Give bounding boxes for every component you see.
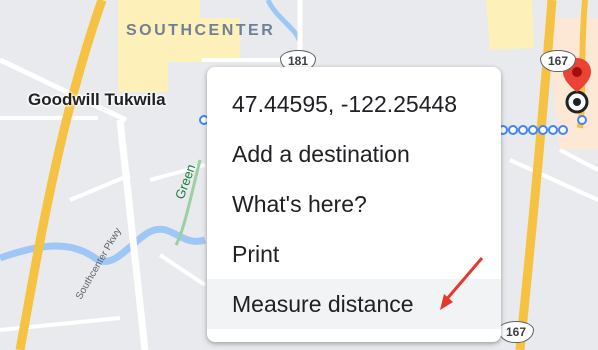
route-dot	[548, 125, 558, 135]
whats-here-menu-item[interactable]: What's here?	[207, 179, 501, 229]
district-label: SOUTHCENTER	[126, 22, 276, 39]
add-destination-menu-item[interactable]: Add a destination	[207, 129, 501, 179]
poi-label[interactable]: Goodwill Tukwila	[28, 90, 166, 110]
measure-distance-menu-item[interactable]: Measure distance	[207, 279, 501, 329]
route-dot	[508, 125, 518, 135]
route-dot	[528, 125, 538, 135]
route-dot	[518, 125, 528, 135]
coordinates-menu-item[interactable]: 47.44595, -122.25448	[207, 79, 501, 129]
context-menu: 47.44595, -122.25448 Add a destination W…	[207, 67, 501, 342]
commercial-area	[486, 0, 534, 50]
route-dot	[558, 125, 568, 135]
route-dot	[538, 125, 548, 135]
route-dot	[577, 115, 587, 125]
print-menu-item[interactable]: Print	[207, 229, 501, 279]
